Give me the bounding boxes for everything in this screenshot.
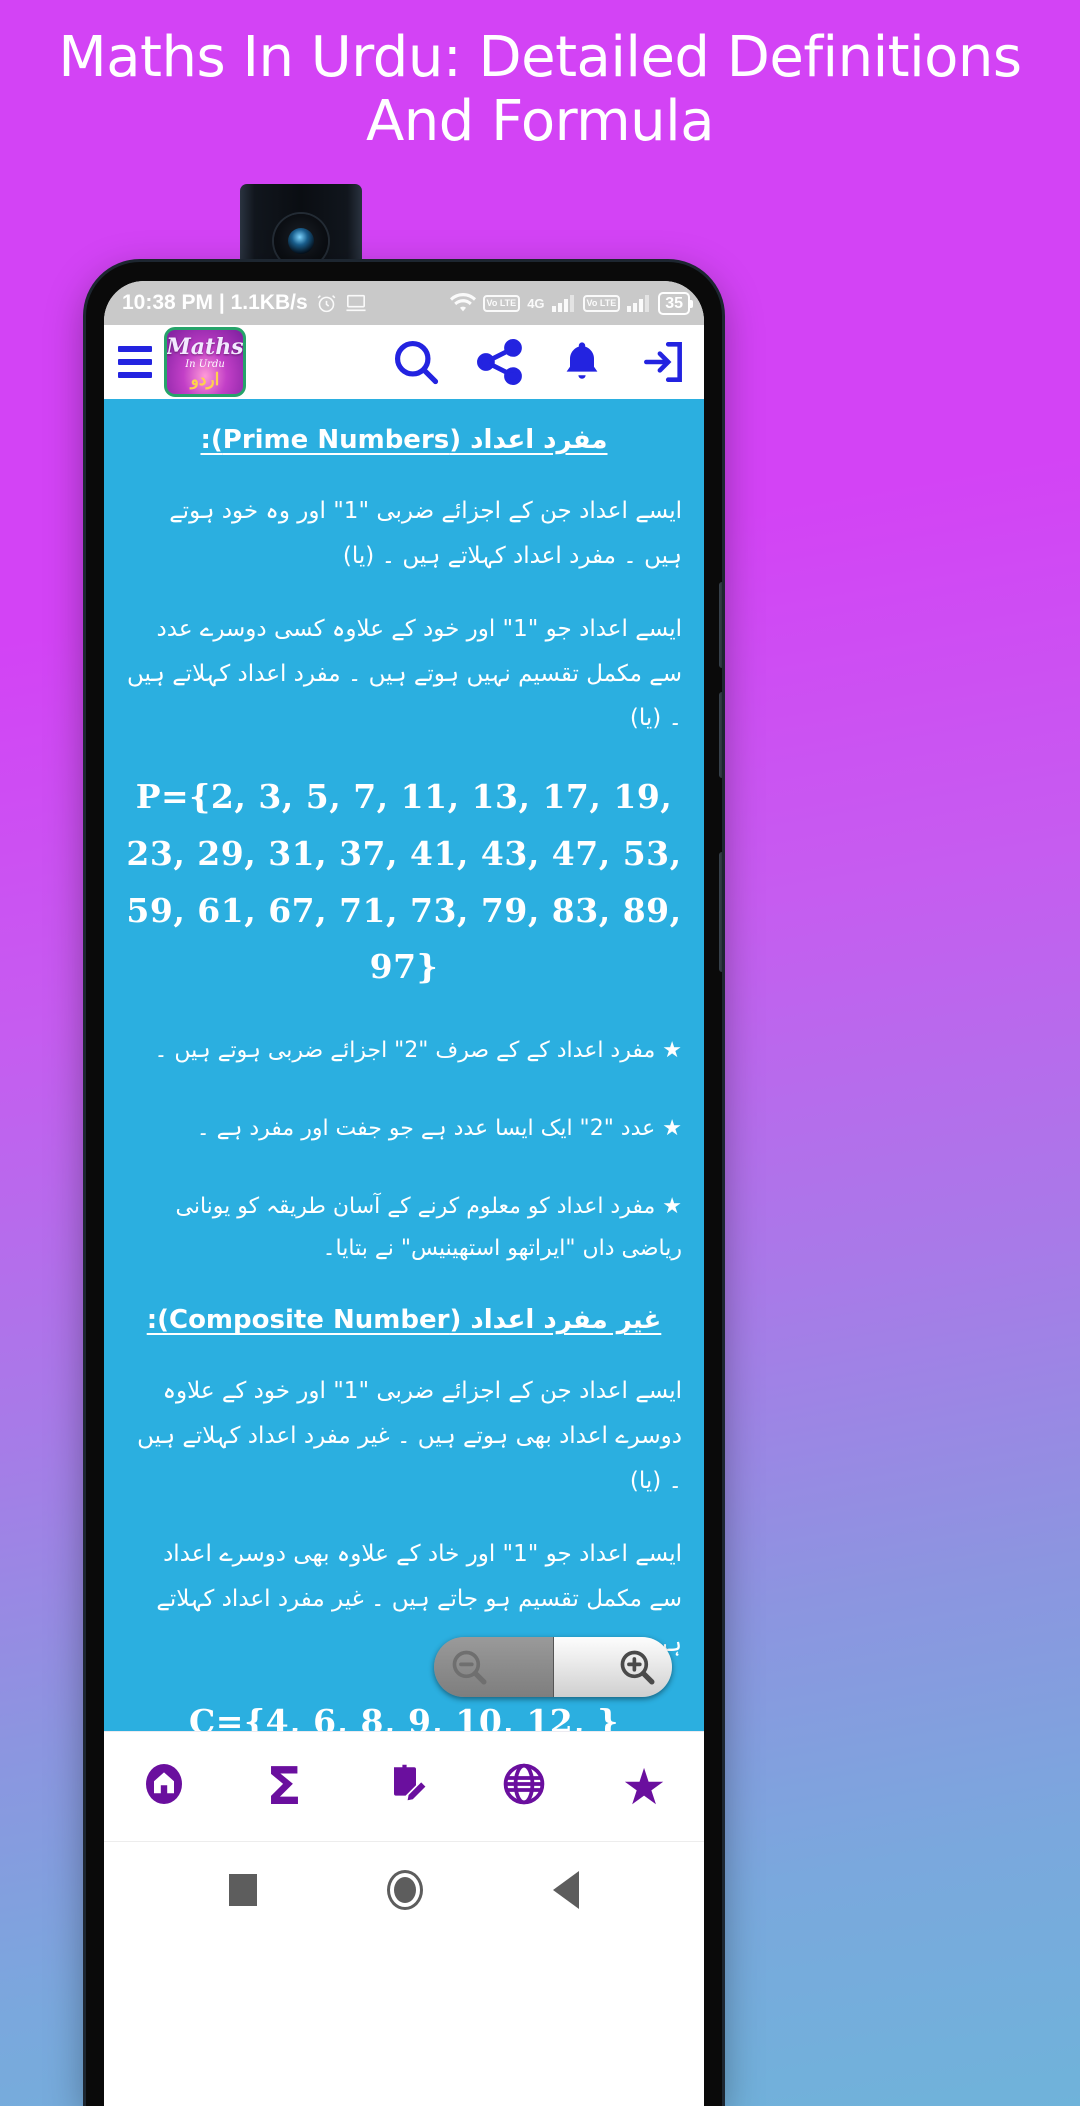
status-time-and-speed: 10:38 PM | 1.1KB/s — [122, 291, 308, 314]
bottom-nav-home[interactable] — [114, 1737, 214, 1837]
webview-zoom-controls[interactable] — [434, 1637, 672, 1697]
prime-bullet-1: ★ مفرد اعداد کے کے صرف "2" اجزائے ضربی ہ… — [154, 1038, 682, 1064]
phone-side-button-volume-up — [719, 582, 722, 668]
composite-numbers-set: C={4, 6, 8, 9, 10, 12, } — [189, 1702, 619, 1731]
prime-bullet-3: ★ مفرد اعداد کو معلوم کرنے کے آسان طریقہ… — [175, 1193, 682, 1261]
home-circle-icon[interactable] — [387, 1869, 423, 1910]
phone-side-button-volume-down — [719, 692, 722, 778]
exit-icon[interactable] — [638, 337, 688, 387]
status-bar: 10:38 PM | 1.1KB/s Vo LTE 4G Vo LTE 35 — [104, 281, 704, 325]
volte-icon-2: Vo LTE — [582, 294, 621, 312]
home-icon — [140, 1760, 188, 1813]
screen-cast-icon — [345, 293, 367, 313]
signal-bars-icon-1 — [551, 294, 576, 312]
sigma-icon: Σ — [266, 1756, 302, 1817]
camera-lens-icon — [274, 214, 328, 268]
bottom-nav-formulas[interactable]: Σ — [234, 1737, 334, 1837]
prime-paragraph-1: ایسے اعداد جن کے اجزائے ضربی "1" اور وہ … — [169, 498, 682, 569]
app-logo: Maths In Urdu اردو — [164, 327, 246, 397]
back-triangle-icon[interactable] — [553, 1870, 579, 1909]
hamburger-menu-icon[interactable] — [118, 346, 152, 378]
share-icon[interactable] — [474, 336, 526, 388]
phone-screen: 10:38 PM | 1.1KB/s Vo LTE 4G Vo LTE 35 M… — [104, 281, 704, 2106]
app-logo-line2: In Urdu — [185, 358, 225, 370]
battery-indicator: 35 — [658, 291, 693, 315]
heading-prime-numbers: مفرد اعداد (Prime Numbers): — [200, 425, 608, 455]
webview-content[interactable]: مفرد اعداد (Prime Numbers): ایسے اعداد ج… — [104, 399, 704, 1731]
search-icon[interactable] — [390, 336, 442, 388]
bottom-navigation-bar: Σ ★ — [104, 1731, 704, 1841]
notes-edit-icon — [380, 1760, 428, 1813]
volte-icon-1: Vo LTE — [482, 294, 521, 312]
globe-icon — [500, 1760, 548, 1813]
prime-paragraph-2: ایسے اعداد جو "1" اور خود کے علاوہ کسی د… — [126, 615, 682, 732]
prime-bullet-2: ★ عدد "2" ایک ایسا عدد ہے جو جفت اور مفر… — [196, 1116, 682, 1142]
promo-title: Maths In Urdu: Detailed Definitions And … — [58, 25, 1022, 154]
phone-side-button-power — [719, 852, 722, 972]
wifi-icon — [449, 293, 476, 313]
system-navigation-bar — [104, 1841, 704, 1937]
star-icon: ★ — [621, 1758, 667, 1815]
alarm-clock-icon — [316, 293, 337, 314]
heading-composite-number: غیر مفرد اعداد (Composite Number): — [146, 1305, 662, 1336]
camera-lens-inner — [288, 228, 314, 254]
bottom-nav-favorites[interactable]: ★ — [594, 1737, 694, 1837]
signal-bars-icon-2 — [627, 294, 651, 312]
network-type-4g-icon: 4G — [527, 295, 545, 311]
composite-paragraph-1: ایسے اعداد جن کے اجزائے ضربی "1" اور خود… — [137, 1378, 682, 1495]
bottom-nav-notes[interactable] — [354, 1737, 454, 1837]
app-logo-line1: Maths — [166, 333, 244, 360]
zoom-out-icon[interactable] — [434, 1637, 554, 1697]
phone-mockup: 10:38 PM | 1.1KB/s Vo LTE 4G Vo LTE 35 M… — [86, 262, 722, 2106]
bell-icon[interactable] — [558, 338, 606, 386]
app-logo-line3: اردو — [190, 369, 220, 389]
app-header: Maths In Urdu اردو — [104, 325, 704, 399]
zoom-in-icon[interactable] — [553, 1637, 672, 1697]
bottom-nav-website[interactable] — [474, 1737, 574, 1837]
prime-numbers-set: P={2, 3, 5, 7, 11, 13, 17, 19, 23, 29, 3… — [126, 777, 682, 987]
recents-square-icon[interactable] — [229, 1873, 257, 1906]
